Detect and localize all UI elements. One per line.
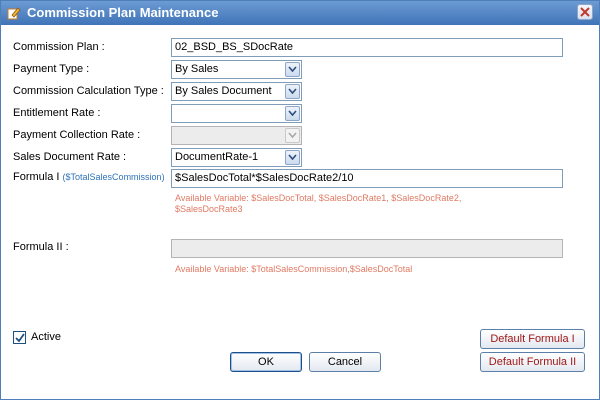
default-formula2-button[interactable]: Default Formula II <box>480 352 585 372</box>
payment-collection-rate-select <box>171 126 302 145</box>
sales-doc-rate-label: Sales Document Rate : <box>13 151 127 163</box>
calc-type-value: By Sales Document <box>175 85 272 97</box>
entitlement-rate-select[interactable] <box>171 104 302 123</box>
formula1-input[interactable]: $SalesDocTotal*$SalesDocRate2/10 <box>171 169 563 188</box>
chevron-down-icon[interactable] <box>285 84 300 99</box>
formula1-label: Formula I ($TotalSalesCommission) <box>13 171 165 183</box>
formula1-hint-line1: Available Variable: $SalesDocTotal, $Sal… <box>175 193 462 203</box>
default-formula1-button[interactable]: Default Formula I <box>480 329 585 349</box>
chevron-down-icon[interactable] <box>285 150 300 165</box>
formula1-hint: Available Variable: $SalesDocTotal, $Sal… <box>175 193 461 215</box>
payment-collection-rate-label: Payment Collection Rate : <box>13 129 141 141</box>
close-icon <box>580 7 590 17</box>
window-title: Commission Plan Maintenance <box>27 5 219 20</box>
calc-type-label: Commission Calculation Type : <box>13 85 164 97</box>
sales-doc-rate-select[interactable]: DocumentRate-1 <box>171 148 302 167</box>
chevron-down-icon[interactable] <box>285 62 300 77</box>
formula1-sublabel: ($TotalSalesCommission) <box>62 172 165 182</box>
chevron-down-icon <box>285 128 300 143</box>
formula1-hint-line2: $SalesDocRate3 <box>175 204 243 214</box>
checkmark-icon <box>15 333 25 343</box>
ok-button[interactable]: OK <box>230 352 302 372</box>
entitlement-rate-label: Entitlement Rate : <box>13 107 101 119</box>
cancel-button[interactable]: Cancel <box>309 352 381 372</box>
formula2-input <box>171 239 563 258</box>
active-checkbox[interactable] <box>13 331 26 344</box>
title-bar[interactable]: Commission Plan Maintenance <box>1 1 599 25</box>
commission-plan-label: Commission Plan : <box>13 41 105 53</box>
formula2-label: Formula II : <box>13 241 69 253</box>
calc-type-select[interactable]: By Sales Document <box>171 82 302 101</box>
payment-type-select[interactable]: By Sales <box>171 60 302 79</box>
commission-plan-dialog: Commission Plan Maintenance Commission P… <box>0 0 600 400</box>
sales-doc-rate-value: DocumentRate-1 <box>175 151 259 163</box>
payment-type-label: Payment Type : <box>13 63 90 75</box>
commission-plan-input[interactable]: 02_BSD_BS_SDocRate <box>171 38 563 57</box>
active-label[interactable]: Active <box>31 331 61 343</box>
close-button[interactable] <box>577 4 593 20</box>
pencil-edit-icon <box>7 6 21 20</box>
chevron-down-icon[interactable] <box>285 106 300 121</box>
payment-type-value: By Sales <box>175 63 219 75</box>
formula2-hint: Available Variable: $TotalSalesCommissio… <box>175 264 413 274</box>
formula1-label-text: Formula I <box>13 171 60 183</box>
